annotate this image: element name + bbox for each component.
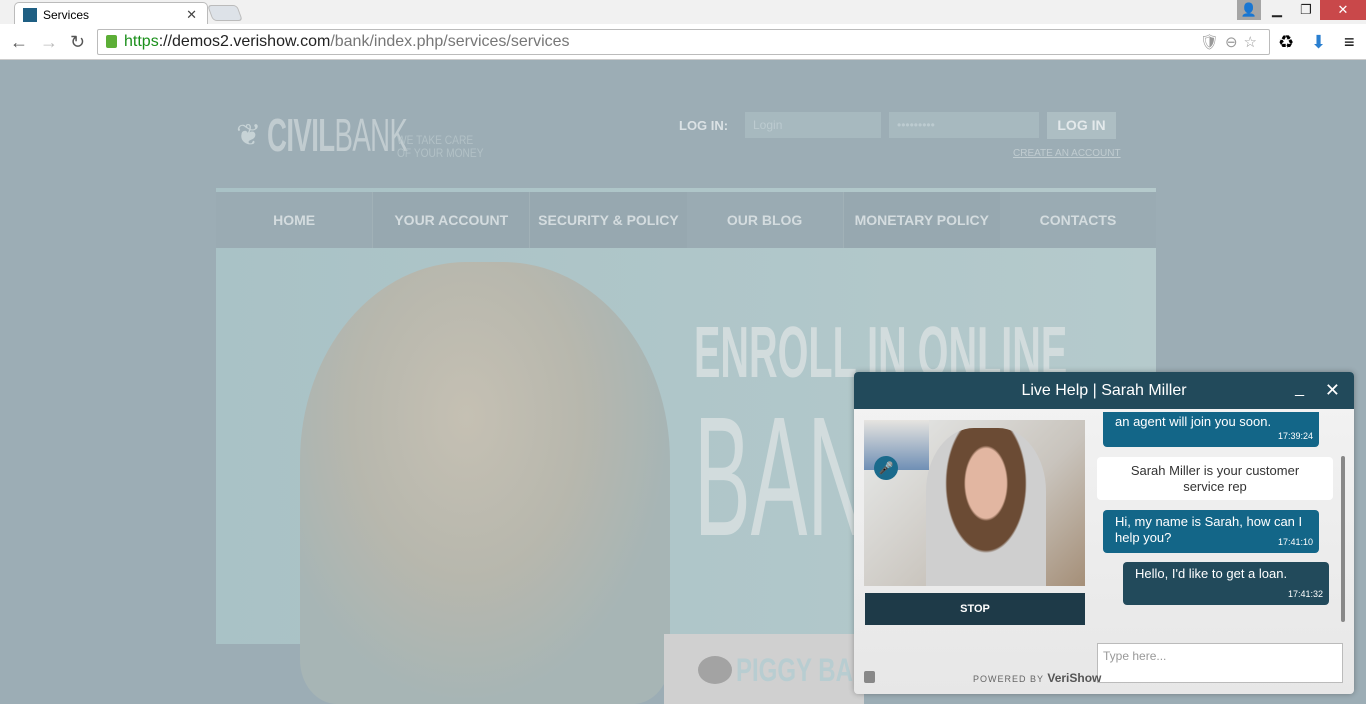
chat-input[interactable]: Type here... <box>1097 643 1343 683</box>
tab-title: Services <box>43 7 90 22</box>
nav-contacts[interactable]: CONTACTS <box>1000 192 1156 248</box>
agent-video: 🎤 <box>864 420 1085 586</box>
browser-toolbar: ← → ↻ https://demos2.verishow.com/bank/i… <box>0 24 1366 60</box>
login-label: LOG IN: <box>679 118 729 133</box>
message-text: an agent will join you soon. <box>1115 414 1272 429</box>
reload-icon[interactable]: ↻ <box>70 32 85 53</box>
login-button[interactable]: LOG IN <box>1047 112 1116 139</box>
favicon-icon <box>23 7 37 22</box>
browser-tab[interactable]: Services ✕ <box>14 2 208 26</box>
nav-home[interactable]: HOME <box>216 192 372 248</box>
message-time: 17:39:24 <box>1277 431 1313 441</box>
widget-title: Live Help | Sarah Miller <box>1021 381 1187 399</box>
promo-title: PIGGY BA <box>736 652 853 688</box>
logo-civil: CIVIL <box>267 109 335 161</box>
message-text: Hi, my name is Sarah, how can I help you… <box>1115 514 1303 545</box>
omnibox-icons[interactable]: 🛡⊖☆ <box>1200 33 1263 51</box>
restore-button[interactable]: ❐ <box>1292 0 1320 20</box>
minimize-button[interactable]: ▁ <box>1262 0 1292 20</box>
agent-face <box>926 428 1046 586</box>
nav-security-policy[interactable]: SECURITY & POLICY <box>529 192 687 248</box>
live-help-widget: Live Help | Sarah Miller _ ✕ 🎤 STOP an age… <box>854 372 1354 694</box>
forward-icon[interactable]: → <box>40 32 58 53</box>
stop-button[interactable]: STOP <box>865 593 1085 625</box>
url-path: /bank/index.php/services/services <box>330 33 570 50</box>
tagline: WE TAKE CARE OF YOUR MONEY <box>397 134 484 160</box>
powered-by: POWERED BY VeriShow <box>973 671 1101 685</box>
lock-icon <box>106 35 117 48</box>
leaf-logo-icon: ❦ <box>236 118 262 152</box>
message-time: 17:41:10 <box>1277 537 1313 547</box>
nav-our-blog[interactable]: OUR BLOG <box>687 192 843 248</box>
widget-header: Live Help | Sarah Miller _ ✕ <box>854 372 1354 409</box>
tagline-line-2: OF YOUR MONEY <box>397 146 484 160</box>
hero-image <box>300 262 670 704</box>
address-bar[interactable]: https://demos2.verishow.com/bank/index.p… <box>97 29 1270 55</box>
back-icon[interactable]: ← <box>10 32 28 53</box>
new-tab-button[interactable] <box>207 5 243 21</box>
chat-messages: an agent will join you soon. 17:39:24 Sar… <box>1094 412 1334 642</box>
menu-icon[interactable]: ≡ <box>1344 32 1355 53</box>
close-window-button[interactable]: ✕ <box>1320 0 1366 20</box>
chat-message-user: Hello, I'd like to get a loan. 17:41:32 <box>1123 562 1329 605</box>
piggy-bank-promo[interactable]: PIGGY BA <box>664 634 864 704</box>
nav-your-account[interactable]: YOUR ACCOUNT <box>372 192 530 248</box>
piggy-bank-icon <box>698 656 732 684</box>
powered-by-label: POWERED BY <box>973 674 1044 684</box>
url-scheme: https <box>124 33 159 50</box>
chat-message-agent: an agent will join you soon. 17:39:24 <box>1103 412 1319 447</box>
create-account-link[interactable]: CREATE AN ACCOUNT <box>1013 148 1121 159</box>
main-nav: HOME YOUR ACCOUNT SECURITY & POLICY OUR … <box>216 192 1156 248</box>
chat-scrollbar[interactable] <box>1341 456 1345 622</box>
message-text: Hello, I'd like to get a loan. <box>1135 566 1288 581</box>
close-icon[interactable]: ✕ <box>1325 380 1340 401</box>
lock-icon <box>864 671 875 683</box>
chat-system-message: Sarah Miller is your customer service re… <box>1097 457 1333 500</box>
password-input[interactable]: ••••••••• <box>889 112 1039 138</box>
url-host: ://demos2.verishow.com <box>158 33 331 50</box>
user-icon[interactable]: 👤 <box>1237 0 1261 20</box>
message-time: 17:41:32 <box>1287 589 1323 599</box>
download-extension-icon[interactable]: ⬇ <box>1311 32 1326 53</box>
login-input[interactable]: Login <box>745 112 881 138</box>
minimize-icon[interactable]: _ <box>1295 380 1304 398</box>
microphone-icon[interactable]: 🎤 <box>874 456 898 480</box>
close-tab-icon[interactable]: ✕ <box>186 7 197 23</box>
nav-monetary-policy[interactable]: MONETARY POLICY <box>842 192 1000 248</box>
verishow-brand: VeriShow <box>1047 671 1102 685</box>
recycle-extension-icon[interactable]: ♻ <box>1278 32 1294 53</box>
chat-message-agent: Hi, my name is Sarah, how can I help you… <box>1103 510 1319 553</box>
browser-titlebar: Services ✕ 👤 ▁ ❐ ✕ <box>0 0 1366 26</box>
civilbank-logo[interactable]: ❦ CIVILBANK <box>236 108 408 162</box>
message-text: Sarah Miller is your customer service re… <box>1130 463 1300 494</box>
